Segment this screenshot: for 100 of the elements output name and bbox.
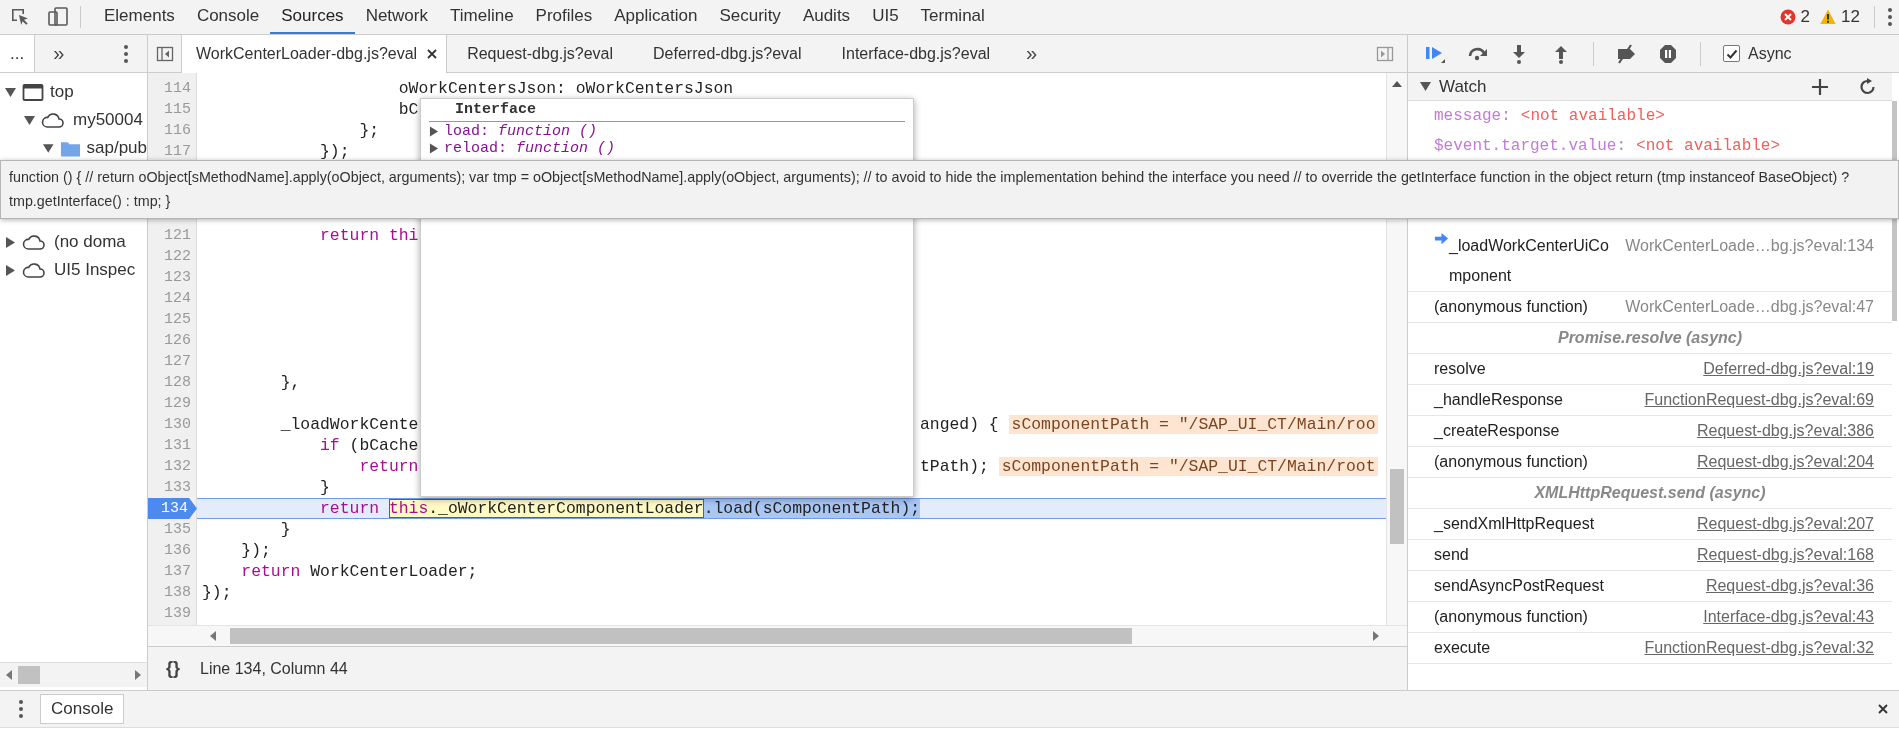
deactivate-breakpoints-icon[interactable] bbox=[1616, 43, 1636, 64]
async-separator: Promise.resolve (async) bbox=[1408, 323, 1892, 354]
file-tab[interactable]: Interface-dbg.js?eval bbox=[821, 35, 1011, 72]
scroll-right-icon[interactable] bbox=[133, 669, 143, 681]
panel-tab[interactable]: Console bbox=[185, 0, 271, 34]
object-property[interactable]: load: function () bbox=[444, 123, 598, 140]
menu-icon[interactable] bbox=[18, 699, 24, 719]
tree-item[interactable]: top bbox=[50, 82, 74, 102]
menu-icon[interactable] bbox=[1887, 7, 1893, 27]
code-line: bC bbox=[397, 100, 419, 119]
expand-arrow-icon[interactable] bbox=[1420, 81, 1431, 92]
inline-value: sComponentPath = "/SAP_UI_CT/Main/roo bbox=[1008, 415, 1379, 434]
source-link[interactable]: Request-dbg.js?eval:386 bbox=[1697, 416, 1874, 446]
source-link[interactable]: Request-dbg.js?eval:204 bbox=[1697, 447, 1874, 477]
stack-frame[interactable]: send bbox=[1434, 540, 1683, 570]
source-link[interactable]: Request-dbg.js?eval:207 bbox=[1697, 509, 1874, 539]
stack-frame[interactable]: _sendXmlHttpRequest bbox=[1434, 509, 1683, 539]
add-icon[interactable] bbox=[1811, 77, 1829, 96]
panel-tab[interactable]: Application bbox=[603, 0, 709, 34]
source-link[interactable]: Request-dbg.js?eval:168 bbox=[1697, 540, 1874, 570]
line-number: 122 bbox=[163, 247, 192, 267]
source-link[interactable]: FunctionRequest-dbg.js?eval:69 bbox=[1644, 385, 1874, 415]
panel-tab[interactable]: Profiles bbox=[524, 0, 604, 34]
stack-frame[interactable]: sendAsyncPostRequest bbox=[1434, 571, 1692, 601]
tree-item[interactable]: UI5 Inspec bbox=[54, 260, 136, 280]
sidebar-toggle-icon[interactable] bbox=[1376, 44, 1394, 63]
panel-tab[interactable]: Security bbox=[708, 0, 792, 34]
expand-arrow-icon[interactable] bbox=[429, 143, 439, 154]
expand-arrow-icon[interactable] bbox=[5, 86, 16, 98]
scrollbar-thumb[interactable] bbox=[18, 666, 40, 684]
expand-arrow-icon[interactable] bbox=[24, 114, 35, 126]
cloud-icon bbox=[41, 111, 67, 129]
panel-tab[interactable]: Network bbox=[354, 0, 439, 34]
navigator-tab[interactable]: ... bbox=[0, 35, 36, 72]
scroll-right-icon[interactable] bbox=[1371, 630, 1381, 642]
source-link[interactable]: Request-dbg.js?eval:36 bbox=[1705, 571, 1874, 601]
line-number: 117 bbox=[163, 142, 192, 162]
code-line: }); bbox=[240, 541, 271, 560]
stack-frame[interactable]: resolve bbox=[1434, 354, 1690, 384]
expand-arrow-icon[interactable] bbox=[429, 126, 439, 137]
tree-item[interactable]: my50004 bbox=[73, 110, 143, 130]
panel-tab[interactable]: Audits bbox=[791, 0, 862, 34]
more-tabs-button[interactable]: » bbox=[1016, 35, 1048, 72]
file-tab[interactable]: Request-dbg.js?eval bbox=[447, 35, 634, 72]
cloud-icon bbox=[22, 233, 48, 251]
code-line: anged) { bbox=[920, 414, 999, 435]
drawer-tab[interactable]: Console bbox=[40, 694, 125, 724]
tree-item[interactable]: sap/pub bbox=[86, 138, 147, 158]
line-number: 125 bbox=[163, 310, 192, 330]
panel-tab[interactable]: Elements bbox=[93, 0, 186, 34]
scrollbar-thumb[interactable] bbox=[230, 628, 1132, 644]
line-number: 131 bbox=[163, 436, 192, 456]
source-link[interactable]: Deferred-dbg.js?eval:19 bbox=[1703, 354, 1874, 384]
pause-icon[interactable] bbox=[1658, 43, 1678, 64]
object-property[interactable]: reload: function () bbox=[444, 140, 616, 157]
code-line: } bbox=[279, 520, 291, 539]
line-number: 121 bbox=[163, 226, 192, 246]
code-line: }); bbox=[319, 142, 350, 161]
file-tab[interactable]: Deferred-dbg.js?eval bbox=[633, 35, 822, 72]
scroll-left-icon[interactable] bbox=[4, 669, 14, 681]
code-line: }); bbox=[202, 583, 232, 602]
stack-frame[interactable]: (anonymous function) bbox=[1434, 292, 1612, 322]
source-link[interactable]: Interface-dbg.js?eval:43 bbox=[1703, 602, 1874, 632]
expand-arrow-icon[interactable] bbox=[5, 264, 16, 276]
stack-frame[interactable]: (anonymous function) bbox=[1434, 447, 1683, 477]
scroll-up-icon[interactable] bbox=[1391, 79, 1403, 88]
expand-arrow-icon[interactable] bbox=[5, 236, 16, 248]
close-icon[interactable] bbox=[426, 48, 439, 60]
line-number: 123 bbox=[163, 268, 192, 288]
scrollbar-thumb[interactable] bbox=[1390, 469, 1404, 544]
more-tabs-button[interactable]: » bbox=[49, 42, 69, 65]
scroll-left-icon[interactable] bbox=[208, 630, 218, 642]
menu-icon[interactable] bbox=[123, 43, 129, 64]
device-icon[interactable] bbox=[48, 7, 68, 27]
expand-arrow-icon[interactable] bbox=[43, 142, 54, 154]
window-icon bbox=[22, 82, 44, 102]
sidebar-toggle-icon[interactable] bbox=[155, 44, 174, 63]
line-number: 139 bbox=[163, 604, 192, 624]
close-icon[interactable] bbox=[1877, 703, 1889, 715]
inspect-icon[interactable] bbox=[10, 7, 30, 27]
warning-count: 12 bbox=[1841, 7, 1860, 27]
tree-item[interactable]: (no doma bbox=[54, 232, 126, 252]
panel-tab[interactable]: UI5 bbox=[861, 0, 910, 34]
line-number: 127 bbox=[163, 352, 192, 372]
stack-frame[interactable]: _loadWorkCenterUiComponent bbox=[1449, 231, 1612, 291]
source-link[interactable]: FunctionRequest-dbg.js?eval:32 bbox=[1644, 633, 1874, 663]
panel-tab[interactable]: Terminal bbox=[909, 0, 996, 34]
async-checkbox[interactable] bbox=[1723, 45, 1740, 62]
stack-frame[interactable]: (anonymous function) bbox=[1434, 602, 1690, 632]
stack-frame[interactable]: execute bbox=[1434, 633, 1631, 663]
line-number: 129 bbox=[163, 394, 192, 414]
line-number: 132 bbox=[163, 457, 192, 477]
line-number: 136 bbox=[163, 541, 192, 561]
pretty-print-button[interactable]: {} bbox=[166, 658, 180, 679]
panel-tab[interactable]: Timeline bbox=[439, 0, 525, 34]
code-line: }, bbox=[279, 373, 301, 392]
refresh-icon[interactable] bbox=[1859, 78, 1876, 95]
stack-frame[interactable]: _createResponse bbox=[1434, 416, 1683, 446]
stack-frame[interactable]: _handleResponse bbox=[1434, 385, 1631, 415]
file-tab[interactable]: WorkCenterLoader-dbg.js?eval bbox=[182, 35, 448, 73]
